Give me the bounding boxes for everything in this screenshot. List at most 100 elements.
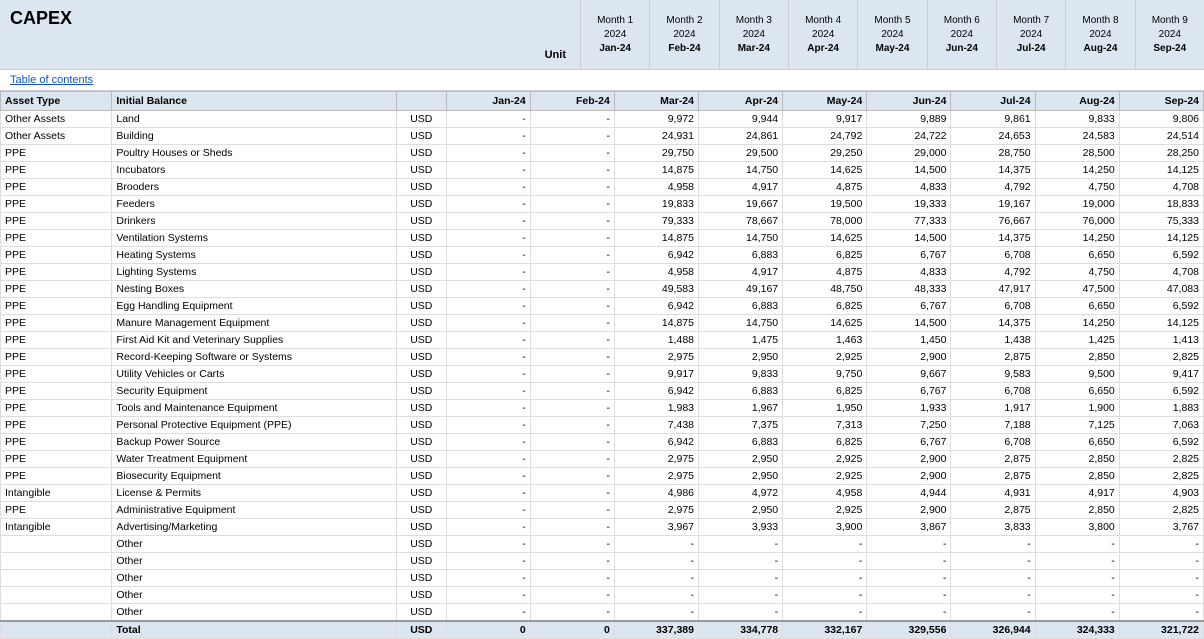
cell-balance: Poultry Houses or Sheds (112, 145, 397, 162)
cell-value: 19,667 (699, 196, 783, 213)
cell-value: 2,975 (614, 349, 698, 366)
cell-asset-type: PPE (1, 264, 112, 281)
cell-value: 6,825 (783, 298, 867, 315)
cell-value: - (867, 587, 951, 604)
month-col-May-24: Month 52024May-24 (857, 0, 926, 69)
cell-value: 75,333 (1119, 213, 1203, 230)
cell-balance: Other (112, 536, 397, 553)
cell-value: 6,825 (783, 434, 867, 451)
cell-value: 2,850 (1035, 451, 1119, 468)
cell-unit: USD (397, 230, 447, 247)
cell-value: 4,833 (867, 264, 951, 281)
col-header-initial-balance: Initial Balance (112, 92, 397, 111)
col-header-unit (397, 92, 447, 111)
cell-value: 7,250 (867, 417, 951, 434)
cell-value: 1,413 (1119, 332, 1203, 349)
cell-value: - (530, 417, 614, 434)
cell-value: 2,825 (1119, 349, 1203, 366)
cell-value: - (530, 315, 614, 332)
cell-unit: USD (397, 485, 447, 502)
table-wrapper: Asset TypeInitial BalanceJan-24Feb-24Mar… (0, 91, 1204, 639)
cell-value: 6,650 (1035, 298, 1119, 315)
cell-value: - (1119, 570, 1203, 587)
cell-balance: Drinkers (112, 213, 397, 230)
cell-asset-type: PPE (1, 451, 112, 468)
cell-value: 4,931 (951, 485, 1035, 502)
page-title: CAPEX (10, 8, 570, 29)
table-row: PPEPoultry Houses or ShedsUSD--29,75029,… (1, 145, 1204, 162)
cell-value: 9,861 (951, 111, 1035, 128)
cell-unit: USD (397, 570, 447, 587)
total-asset-cell (1, 621, 112, 639)
cell-value: - (530, 604, 614, 622)
cell-value: 6,592 (1119, 247, 1203, 264)
cell-value: 28,750 (951, 145, 1035, 162)
cell-value: 79,333 (614, 213, 698, 230)
cell-value: 2,925 (783, 349, 867, 366)
cell-value: - (951, 553, 1035, 570)
cell-value: - (446, 247, 530, 264)
cell-value: 19,833 (614, 196, 698, 213)
table-row: PPEIncubatorsUSD--14,87514,75014,62514,5… (1, 162, 1204, 179)
cell-value: - (446, 349, 530, 366)
cell-value: 1,450 (867, 332, 951, 349)
col-header-May-24: May-24 (783, 92, 867, 111)
cell-value: 4,708 (1119, 179, 1203, 196)
cell-value: 2,950 (699, 349, 783, 366)
cell-value: 2,950 (699, 502, 783, 519)
cell-balance: First Aid Kit and Veterinary Supplies (112, 332, 397, 349)
cell-value: 77,333 (867, 213, 951, 230)
cell-value: - (867, 536, 951, 553)
cell-asset-type: PPE (1, 298, 112, 315)
cell-value: - (530, 332, 614, 349)
cell-value: 14,750 (699, 315, 783, 332)
cell-balance: Nesting Boxes (112, 281, 397, 298)
cell-value: - (530, 230, 614, 247)
cell-value: 6,825 (783, 247, 867, 264)
cell-value: 1,967 (699, 400, 783, 417)
cell-value: - (446, 604, 530, 622)
cell-value: - (530, 111, 614, 128)
header-row: CAPEX Unit Month 12024Jan-24Month 22024F… (0, 0, 1204, 70)
cell-value: 1,438 (951, 332, 1035, 349)
cell-value: - (446, 111, 530, 128)
cell-unit: USD (397, 468, 447, 485)
cell-value: 24,861 (699, 128, 783, 145)
month-col-Aug-24: Month 82024Aug-24 (1065, 0, 1134, 69)
cell-value: - (446, 570, 530, 587)
cell-value: 14,125 (1119, 230, 1203, 247)
cell-value: 4,875 (783, 179, 867, 196)
cell-value: 24,792 (783, 128, 867, 145)
cell-value: - (530, 162, 614, 179)
cell-value: - (446, 128, 530, 145)
cell-unit: USD (397, 298, 447, 315)
table-row: IntangibleLicense & PermitsUSD--4,9864,9… (1, 485, 1204, 502)
cell-value: 49,583 (614, 281, 698, 298)
cell-value: - (951, 604, 1035, 622)
cell-value: 14,375 (951, 162, 1035, 179)
cell-balance: Brooders (112, 179, 397, 196)
cell-value: 9,833 (1035, 111, 1119, 128)
cell-value: - (1035, 553, 1119, 570)
cell-value: 1,983 (614, 400, 698, 417)
cell-value: 29,000 (867, 145, 951, 162)
toc-link[interactable]: Table of contents (10, 74, 93, 86)
cell-value: 9,583 (951, 366, 1035, 383)
cell-value: - (783, 536, 867, 553)
cell-value: 6,883 (699, 298, 783, 315)
total-value: 332,167 (783, 621, 867, 639)
cell-value: 14,125 (1119, 162, 1203, 179)
cell-asset-type: Other Assets (1, 128, 112, 145)
cell-balance: Record-Keeping Software or Systems (112, 349, 397, 366)
table-row: PPEManure Management EquipmentUSD--14,87… (1, 315, 1204, 332)
cell-value: - (530, 349, 614, 366)
cell-value: - (530, 502, 614, 519)
col-header-Mar-24: Mar-24 (614, 92, 698, 111)
cell-value: - (530, 145, 614, 162)
month-col-Feb-24: Month 22024Feb-24 (649, 0, 718, 69)
table-row: PPEUtility Vehicles or CartsUSD--9,9179,… (1, 366, 1204, 383)
month-col-Sep-24: Month 92024Sep-24 (1135, 0, 1204, 69)
table-row: IntangibleAdvertising/MarketingUSD--3,96… (1, 519, 1204, 536)
table-row: Other AssetsBuildingUSD--24,93124,86124,… (1, 128, 1204, 145)
cell-unit: USD (397, 111, 447, 128)
